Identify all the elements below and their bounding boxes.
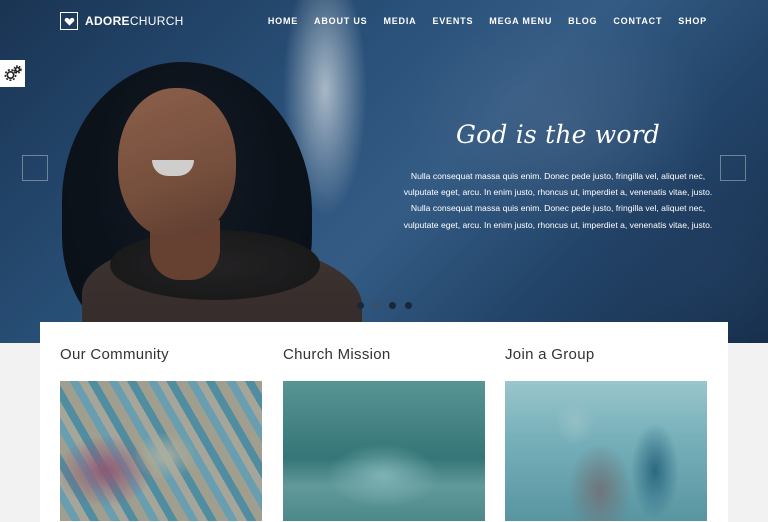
top-navbar: ADORECHURCH HOME ABOUT US MEDIA EVENTS M… bbox=[0, 0, 768, 44]
slide-text: Nulla consequat massa quis enim. Donec p… bbox=[403, 171, 713, 230]
brand-name-thin: CHURCH bbox=[129, 14, 184, 28]
nav-media[interactable]: MEDIA bbox=[383, 16, 416, 26]
slider-pagination bbox=[357, 302, 412, 309]
feature-title[interactable]: Our Community bbox=[60, 346, 169, 363]
slider-dot[interactable] bbox=[357, 302, 364, 309]
brand-name-bold: ADORE bbox=[85, 14, 130, 28]
feature-title[interactable]: Church Mission bbox=[283, 346, 391, 363]
slider-dot[interactable] bbox=[389, 302, 396, 309]
slider-dot-active[interactable] bbox=[373, 302, 380, 309]
nav-blog[interactable]: BLOG bbox=[568, 16, 597, 26]
slider-next-button[interactable] bbox=[720, 155, 746, 181]
nav-events[interactable]: EVENTS bbox=[432, 16, 473, 26]
feature-title[interactable]: Join a Group bbox=[505, 346, 594, 363]
nav-home[interactable]: HOME bbox=[268, 16, 298, 26]
site-logo[interactable]: ADORECHURCH bbox=[60, 12, 184, 30]
nav-shop[interactable]: SHOP bbox=[678, 16, 707, 26]
feature-image-community[interactable] bbox=[60, 381, 262, 521]
feature-image-mission[interactable] bbox=[283, 381, 485, 521]
nav-about-us[interactable]: ABOUT US bbox=[314, 16, 367, 26]
nav-mega-menu[interactable]: MEGA MENU bbox=[489, 16, 552, 26]
nav-contact[interactable]: CONTACT bbox=[613, 16, 662, 26]
slide-title: God is the word bbox=[455, 120, 661, 149]
heart-icon bbox=[60, 12, 78, 30]
hero-slider: God is the word Nulla consequat massa qu… bbox=[0, 0, 768, 343]
slider-prev-button[interactable] bbox=[22, 155, 48, 181]
main-menu: HOME ABOUT US MEDIA EVENTS MEGA MENU BLO… bbox=[268, 16, 707, 26]
feature-image-group[interactable] bbox=[505, 381, 707, 521]
brand-name: ADORECHURCH bbox=[85, 14, 184, 28]
slider-dot[interactable] bbox=[405, 302, 412, 309]
gear-icon[interactable] bbox=[0, 60, 25, 87]
features-card: Our Community Church Mission Join a Grou… bbox=[40, 322, 728, 522]
